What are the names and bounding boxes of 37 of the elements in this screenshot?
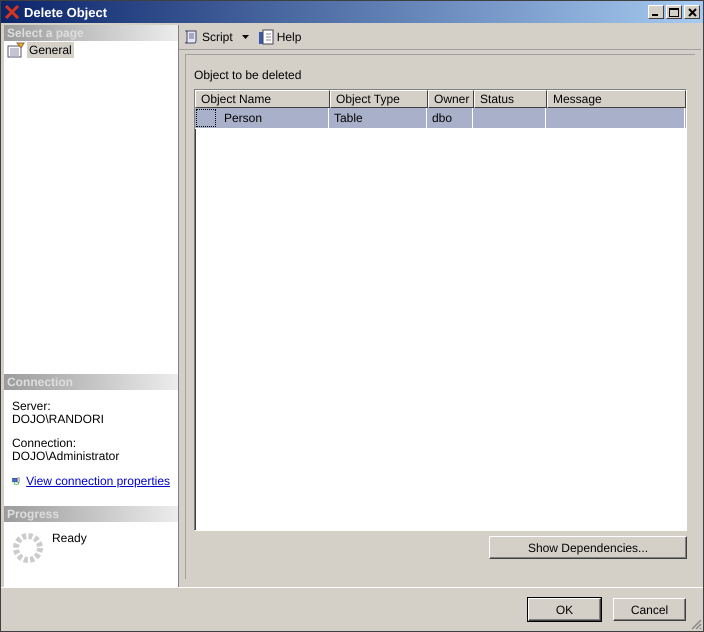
close-button[interactable] [684,5,700,19]
view-connection-properties-link[interactable]: View connection properties [26,474,170,488]
show-dependencies-button[interactable]: Show Dependencies... [489,536,687,559]
column-header[interactable]: Object Type [330,90,428,108]
server-value: DOJO\RANDORI [12,413,106,426]
minimize-button[interactable] [648,5,664,19]
column-header[interactable]: Owner [428,90,474,108]
maximize-button[interactable] [666,5,682,19]
delete-icon [4,4,20,20]
script-button[interactable]: Script [181,28,235,46]
resize-grip-icon[interactable] [690,618,702,630]
section-header: Progress [4,506,178,522]
help-button[interactable]: Help [256,28,304,46]
dialog-button[interactable]: OK [528,598,601,621]
column-header[interactable]: Message [547,90,686,108]
scroll-icon [183,29,199,45]
section-header: Connection [4,374,178,390]
page-icon [7,42,25,58]
grid-row[interactable]: Person Table dbo [195,108,686,129]
dialog-button[interactable]: Cancel [613,598,686,621]
column-header[interactable]: Object Name [195,90,330,108]
progress-spinner-icon [12,532,44,564]
progress-status: Ready [52,532,87,545]
table-cell: dbo [432,111,452,125]
close-icon [688,8,696,16]
server-label: Server: [12,400,52,413]
grid-label: Object to be deleted [194,69,302,82]
connection-label: Connection: [12,437,78,450]
connection-value: DOJO\Administrator [12,450,120,463]
table-cell: Person [224,111,262,125]
book-icon [258,29,274,45]
window-title: Delete Object [24,4,108,20]
caret-icon[interactable] [242,35,249,39]
table-cell: Table [334,111,363,125]
maximize-icon [669,8,679,16]
column-header[interactable]: Status [474,90,547,108]
page-item[interactable]: General [27,42,74,58]
